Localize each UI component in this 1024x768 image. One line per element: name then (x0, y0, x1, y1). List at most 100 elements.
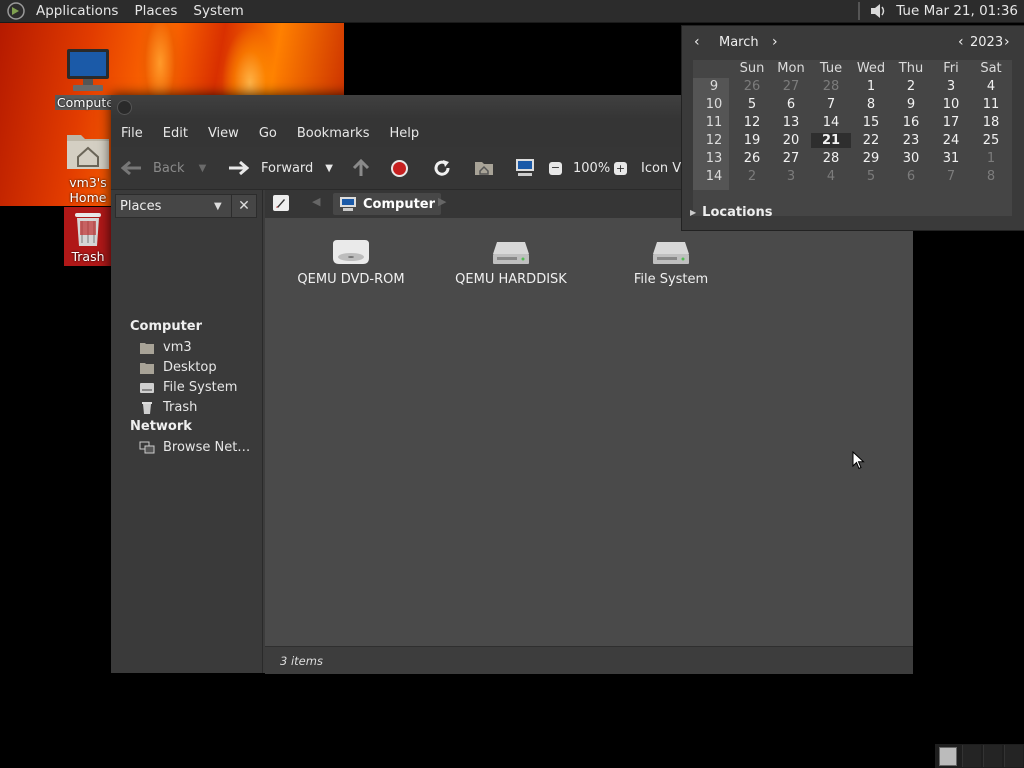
calendar-day[interactable]: 8 (971, 169, 1011, 184)
home-button[interactable] (473, 147, 495, 189)
calendar-day[interactable]: 3 (931, 79, 971, 94)
calendar-day[interactable]: 25 (971, 133, 1011, 148)
prev-year-icon[interactable]: ‹ (958, 34, 964, 50)
sidebar-item-desktop[interactable]: Desktop (139, 360, 217, 375)
calendar-day[interactable]: 19 (732, 133, 772, 148)
edit-location-icon[interactable] (273, 195, 289, 211)
zoom-level[interactable]: 100% (573, 147, 610, 189)
sidebar-item-label: Desktop (163, 360, 217, 375)
icon-view[interactable]: QEMU DVD-ROM QEMU HARDDISK File System (265, 218, 913, 646)
calendar-day[interactable]: 31 (931, 151, 971, 166)
panel-separator (858, 2, 861, 20)
calendar-day[interactable]: 1 (851, 79, 891, 94)
menu-file[interactable]: File (111, 126, 153, 141)
calendar-day[interactable]: 21 (811, 133, 851, 148)
path-crumb-computer[interactable]: Computer (333, 193, 442, 215)
menu-edit[interactable]: Edit (153, 126, 198, 141)
calendar-day[interactable]: 7 (931, 169, 971, 184)
sidebar-item-file-system[interactable]: File System (139, 380, 237, 395)
calendar-day[interactable]: 23 (891, 133, 931, 148)
main-menu-icon[interactable] (6, 2, 26, 20)
menu-view[interactable]: View (198, 126, 249, 141)
calendar-day[interactable]: 27 (771, 151, 811, 166)
calendar-day[interactable]: 14 (811, 115, 851, 130)
close-sidebar-icon[interactable]: ✕ (231, 194, 257, 218)
next-month-icon[interactable]: › (772, 34, 778, 50)
calendar-day[interactable]: 17 (931, 115, 971, 130)
sidebar-item-browse-network[interactable]: Browse Net… (139, 440, 250, 455)
calendar-day[interactable]: 6 (891, 169, 931, 184)
calendar-day[interactable]: 22 (851, 133, 891, 148)
applications-menu[interactable]: Applications (28, 0, 126, 22)
calendar-day[interactable]: 18 (971, 115, 1011, 130)
prev-month-icon[interactable]: ‹ (694, 34, 700, 50)
menu-go[interactable]: Go (249, 126, 287, 141)
reload-button[interactable] (432, 147, 452, 189)
system-menu[interactable]: System (185, 0, 251, 22)
places-menu[interactable]: Places (126, 0, 185, 22)
back-button[interactable]: Back ▼ (121, 147, 206, 189)
calendar-day[interactable]: 2 (732, 169, 772, 184)
calendar-day[interactable]: 24 (931, 133, 971, 148)
calendar-day[interactable]: 29 (851, 151, 891, 166)
workspace-1[interactable] (939, 747, 957, 766)
calendar-day[interactable]: 13 (771, 115, 811, 130)
calendar-day[interactable]: 5 (851, 169, 891, 184)
calendar-day[interactable]: 1 (971, 151, 1011, 166)
back-arrow-icon (121, 160, 143, 176)
stop-icon (391, 159, 408, 177)
calendar-day[interactable]: 3 (771, 169, 811, 184)
workspace-3[interactable] (983, 745, 1002, 767)
zoom-out-button[interactable]: − (549, 147, 562, 189)
calendar-day[interactable]: 5 (732, 97, 772, 112)
locations-expander[interactable]: ▶ Locations (690, 202, 772, 222)
calendar-day[interactable]: 7 (811, 97, 851, 112)
menu-bookmarks[interactable]: Bookmarks (287, 126, 380, 141)
calendar-day[interactable]: 26 (732, 151, 772, 166)
calendar-day[interactable]: 10 (931, 97, 971, 112)
calendar-day[interactable]: 12 (732, 115, 772, 130)
menu-help[interactable]: Help (379, 126, 429, 141)
calendar-day[interactable]: 28 (811, 79, 851, 94)
zoom-in-button[interactable]: + (614, 147, 627, 189)
calendar-day[interactable]: 27 (771, 79, 811, 94)
file-item-file-system[interactable]: File System (601, 238, 741, 287)
file-item-harddisk[interactable]: QEMU HARDDISK (441, 238, 581, 287)
file-item-label: File System (633, 272, 709, 287)
calendar-day[interactable]: 26 (732, 79, 772, 94)
up-button[interactable] (350, 147, 372, 189)
clock[interactable]: Tue Mar 21, 01:36 (888, 3, 1024, 19)
stop-button[interactable] (391, 147, 408, 189)
calendar-day[interactable]: 30 (891, 151, 931, 166)
sidebar-item-vm3[interactable]: vm3 (139, 340, 192, 355)
calendar-day[interactable]: 4 (971, 79, 1011, 94)
weekday-header: Fri (943, 61, 959, 76)
home-folder-icon (139, 341, 155, 355)
desktop-folder-icon (139, 361, 155, 375)
path-right-arrow-icon[interactable]: ▶ (438, 195, 446, 208)
computer-button[interactable] (514, 147, 536, 189)
sidebar-item-trash[interactable]: Trash (139, 400, 197, 415)
calendar-day[interactable]: 11 (971, 97, 1011, 112)
back-history-icon[interactable]: ▼ (199, 163, 207, 174)
window-menu-icon[interactable] (117, 100, 132, 115)
speaker-icon[interactable] (868, 1, 888, 21)
sidebar-item-label: Browse Net… (163, 440, 251, 455)
calendar-day[interactable]: 2 (891, 79, 931, 94)
workspace-2[interactable] (962, 745, 981, 767)
calendar-day[interactable]: 28 (811, 151, 851, 166)
workspace-4[interactable] (1004, 745, 1023, 767)
calendar-day[interactable]: 6 (771, 97, 811, 112)
calendar-day[interactable]: 15 (851, 115, 891, 130)
file-item-dvd-rom[interactable]: QEMU DVD-ROM (281, 238, 421, 287)
calendar-day[interactable]: 4 (811, 169, 851, 184)
next-year-icon[interactable]: › (1004, 34, 1010, 50)
calendar-day[interactable]: 20 (771, 133, 811, 148)
calendar-day[interactable]: 8 (851, 97, 891, 112)
path-left-arrow-icon[interactable]: ◀ (312, 195, 320, 208)
forward-button[interactable]: Forward ▼ (227, 147, 333, 189)
calendar-day[interactable]: 9 (891, 97, 931, 112)
calendar-day[interactable]: 16 (891, 115, 931, 130)
forward-history-icon[interactable]: ▼ (325, 163, 333, 174)
weekday-header: Wed (856, 61, 886, 76)
